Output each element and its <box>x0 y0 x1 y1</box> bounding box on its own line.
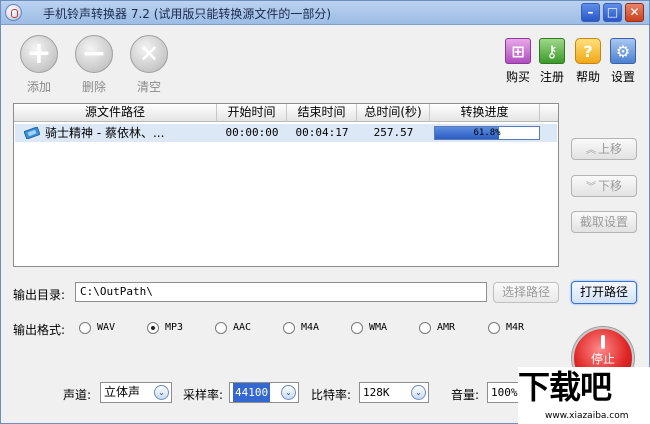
row-end: 00:04:17 <box>295 126 349 139</box>
clear-label: 清空 <box>136 80 161 94</box>
move-down-button[interactable]: ︾ 下移 <box>571 175 637 197</box>
progress-text: 61.8% <box>473 128 501 138</box>
radio-dot-selected <box>147 322 159 334</box>
samplerate-label: 采样率: <box>183 388 224 402</box>
tools-icon: ⚙ <box>610 38 636 64</box>
chevron-down-icon: ︾ <box>585 182 596 193</box>
settings-button[interactable]: ⚙ 设置 <box>606 38 640 85</box>
output-dir-input[interactable]: C:\OutPath\ <box>75 282 487 302</box>
col-progress[interactable]: 转换进度 <box>430 104 540 122</box>
row-total: 257.57 <box>373 126 414 139</box>
add-button[interactable]: + 添加 <box>17 35 61 95</box>
col-source-path[interactable]: 源文件路径 <box>14 104 217 122</box>
col-filler <box>540 104 558 122</box>
cut-settings-button[interactable]: 截取设置 <box>571 211 637 233</box>
radio-dot <box>79 322 91 334</box>
channel-value: 立体声 <box>104 385 141 399</box>
buy-button[interactable]: ⊞ 购买 <box>501 38 535 85</box>
chevron-down-icon: ⌄ <box>154 385 169 400</box>
app-icon[interactable] <box>5 4 22 21</box>
minus-icon: − <box>75 35 113 73</box>
format-wma-label: WMA <box>369 322 388 333</box>
col-total-time[interactable]: 总时间(秒) <box>357 104 430 122</box>
radio-dot <box>419 322 431 334</box>
help-icon: ? <box>575 38 601 64</box>
bitrate-label: 比特率: <box>311 388 352 402</box>
list-header: 源文件路径 开始时间 结束时间 总时间(秒) 转换进度 <box>14 104 558 122</box>
output-dir-label: 输出目录: <box>13 288 66 302</box>
channel-select[interactable]: 立体声 ⌄ <box>100 382 172 403</box>
col-start-time[interactable]: 开始时间 <box>217 104 287 122</box>
radio-dot <box>488 322 500 334</box>
format-m4r-label: M4R <box>506 322 525 333</box>
move-down-label: 下移 <box>597 179 622 193</box>
samplerate-value: 44100 <box>233 383 271 402</box>
help-label: 帮助 <box>575 70 600 84</box>
shopping-cart-icon: ⊞ <box>505 38 531 64</box>
move-up-button[interactable]: ︽ 上移 <box>571 138 637 160</box>
window-title: 手机铃声转换器 7.2 (试用版只能转换源文件的一部分) <box>43 7 332 21</box>
format-amr-label: AMR <box>437 322 456 333</box>
row-progress-bar: 61.8% <box>434 126 540 140</box>
radio-dot <box>351 322 363 334</box>
delete-button[interactable]: − 删除 <box>72 35 116 95</box>
choose-path-button[interactable]: 选择路径 <box>493 282 559 303</box>
channel-label: 声道: <box>63 388 92 402</box>
row-start: 00:00:00 <box>225 126 279 139</box>
radio-dot <box>283 322 295 334</box>
chevron-down-icon: ⌄ <box>281 385 296 400</box>
format-m4a-label: M4A <box>301 322 320 333</box>
volume-label: 音量: <box>451 388 480 402</box>
minimize-button[interactable]: – <box>581 3 600 22</box>
bitrate-select[interactable]: 128K ⌄ <box>359 382 429 403</box>
maximize-button[interactable]: □ <box>603 3 622 22</box>
open-path-button[interactable]: 打开路径 <box>571 281 637 304</box>
watermark-logo-text: 下载吧 <box>518 368 612 406</box>
table-row[interactable]: 骑士精神 - 蔡依林、... 00:00:00 00:04:17 257.57 … <box>15 124 557 142</box>
main-window: 手机铃声转换器 7.2 (试用版只能转换源文件的一部分) – □ ✕ + 添加 … <box>0 0 650 424</box>
site-watermark: 下载吧 www.xiazaiba.com <box>518 367 650 424</box>
buy-label: 购买 <box>505 70 530 84</box>
move-up-label: 上移 <box>597 142 622 156</box>
col-end-time[interactable]: 结束时间 <box>287 104 357 122</box>
bitrate-value: 128K <box>363 386 390 399</box>
key-icon: ⚷ <box>539 38 565 64</box>
samplerate-select[interactable]: 44100 ⌄ <box>229 382 299 403</box>
clear-button[interactable]: ✕ 清空 <box>127 35 171 95</box>
close-button[interactable]: ✕ <box>625 3 644 22</box>
row-path: 骑士精神 - 蔡依林、... <box>45 126 165 140</box>
format-aac-label: AAC <box>233 322 252 333</box>
help-button[interactable]: ? 帮助 <box>571 38 605 85</box>
power-icon <box>601 335 605 349</box>
radio-dot <box>215 322 227 334</box>
output-format-label: 输出格式: <box>13 323 66 337</box>
file-list[interactable]: 源文件路径 开始时间 结束时间 总时间(秒) 转换进度 骑士精神 - 蔡依林、.… <box>13 103 559 267</box>
register-button[interactable]: ⚷ 注册 <box>535 38 569 85</box>
watermark-url: www.xiazaiba.com <box>545 411 629 421</box>
format-mp3-label: MP3 <box>165 322 184 333</box>
chevron-down-icon: ⌄ <box>411 385 426 400</box>
delete-label: 删除 <box>81 80 106 94</box>
add-label: 添加 <box>26 80 51 94</box>
audio-file-icon <box>24 127 40 139</box>
chevron-up-icon: ︽ <box>585 145 596 156</box>
x-icon: ✕ <box>130 35 168 73</box>
register-label: 注册 <box>539 70 564 84</box>
settings-label: 设置 <box>610 70 635 84</box>
format-wav-label: WAV <box>97 322 116 333</box>
volume-value: 100% <box>491 386 518 399</box>
stop-label: 停止 <box>590 352 615 366</box>
title-bar[interactable]: 手机铃声转换器 7.2 (试用版只能转换源文件的一部分) – □ ✕ <box>1 1 649 25</box>
plus-icon: + <box>20 35 58 73</box>
